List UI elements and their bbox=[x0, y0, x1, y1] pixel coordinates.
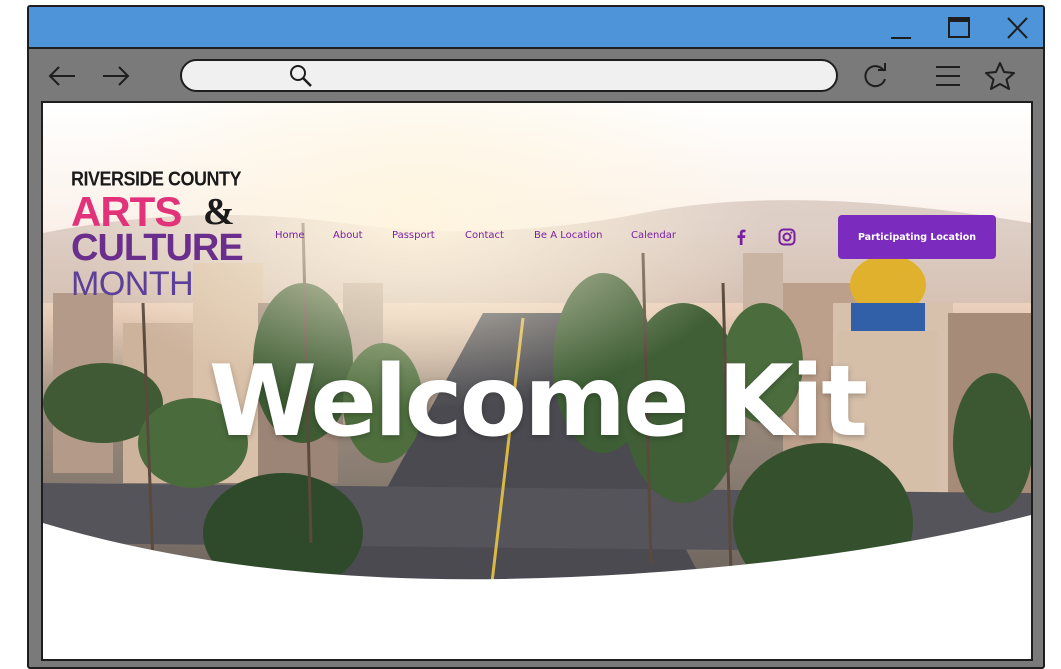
arrow-left-icon[interactable] bbox=[45, 59, 79, 93]
maximize-icon[interactable] bbox=[944, 13, 974, 43]
web-page-viewport: RIVERSIDE COUNTY ARTS & CULTURE MONTH Ho… bbox=[41, 101, 1033, 661]
browser-toolbar bbox=[29, 51, 1043, 101]
nav-calendar[interactable]: Calendar bbox=[631, 230, 676, 241]
nav-contact[interactable]: Contact bbox=[465, 230, 504, 241]
reload-icon[interactable] bbox=[859, 59, 893, 93]
logo-month-text: MONTH bbox=[71, 265, 194, 303]
participating-location-button[interactable]: Participating Location bbox=[838, 215, 996, 259]
title-bar bbox=[29, 7, 1043, 49]
nav-be-a-location[interactable]: Be A Location bbox=[534, 230, 603, 241]
nav-about[interactable]: About bbox=[333, 230, 363, 241]
instagram-icon[interactable] bbox=[777, 227, 797, 247]
hamburger-menu-icon[interactable] bbox=[931, 59, 965, 93]
minimize-icon[interactable] bbox=[886, 13, 916, 43]
browser-window: RIVERSIDE COUNTY ARTS & CULTURE MONTH Ho… bbox=[27, 5, 1045, 669]
logo-culture-text: CULTURE bbox=[71, 227, 244, 269]
star-icon[interactable] bbox=[983, 59, 1017, 93]
close-icon[interactable] bbox=[1002, 13, 1032, 43]
address-bar[interactable] bbox=[180, 59, 838, 92]
nav-passport[interactable]: Passport bbox=[392, 230, 435, 241]
site-logo[interactable]: RIVERSIDE COUNTY ARTS & CULTURE MONTH bbox=[71, 167, 244, 309]
arrow-right-icon[interactable] bbox=[99, 59, 133, 93]
hero-title: Welcome Kit bbox=[208, 345, 868, 459]
hero-section: RIVERSIDE COUNTY ARTS & CULTURE MONTH Ho… bbox=[43, 103, 1031, 659]
url-input[interactable] bbox=[322, 65, 802, 87]
facebook-icon[interactable] bbox=[731, 227, 751, 247]
nav-home[interactable]: Home bbox=[275, 230, 305, 241]
search-icon bbox=[290, 65, 312, 87]
